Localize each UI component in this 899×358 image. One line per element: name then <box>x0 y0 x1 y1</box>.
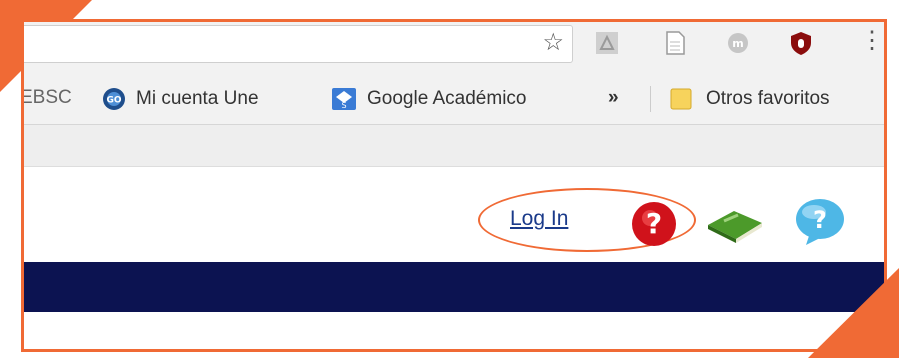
mega-extension-icon[interactable]: m <box>725 30 751 61</box>
svg-text:GO: GO <box>106 96 121 106</box>
bookmarks-overflow-button[interactable]: » <box>608 87 619 109</box>
svg-text:?: ? <box>813 206 827 234</box>
pdf-extension-icon[interactable] <box>594 30 620 61</box>
help-question-icon[interactable]: ? <box>629 199 679 254</box>
book-icon[interactable] <box>704 205 766 250</box>
bookmark-mi-cuenta-une-label: Mi cuenta Une <box>136 88 259 109</box>
svg-text:m: m <box>732 37 743 50</box>
navigation-bar <box>24 262 884 312</box>
orange-corner-bottom-right <box>808 268 899 358</box>
bookmarks-bar: EBSC GO Mi cuenta Une S Google Académico… <box>24 74 884 125</box>
help-bubble-icon[interactable]: ? <box>792 195 848 254</box>
go-badge-icon: GO <box>102 87 126 111</box>
shield-extension-icon[interactable] <box>788 30 814 61</box>
bookmark-ebsco-label: EBSC <box>21 87 72 108</box>
chrome-menu-icon[interactable]: ⋮ <box>860 28 884 54</box>
bookmark-ebsco[interactable]: EBSC <box>21 87 72 109</box>
document-extension-icon[interactable] <box>662 30 688 61</box>
bookmarks-divider <box>650 86 651 112</box>
bookmark-star-icon[interactable]: ☆ <box>542 30 564 56</box>
svg-text:S: S <box>341 101 346 110</box>
bookmark-google-academico[interactable]: S Google Académico <box>331 87 527 111</box>
bookmark-otros-favoritos[interactable]: Otros favoritos <box>670 87 830 111</box>
chevron-double-right-icon: » <box>608 87 619 108</box>
screenshot-root: { "bookmarks": { "ebsco_label": "EBSC", … <box>0 0 899 358</box>
bookmark-google-academico-label: Google Académico <box>367 88 527 109</box>
browser-toolbar: ☆ m ⋮ <box>24 22 884 74</box>
svg-text:?: ? <box>646 207 662 240</box>
folder-icon <box>670 87 692 111</box>
page-content: Log In ? ? <box>24 167 884 349</box>
address-bar[interactable]: ☆ <box>24 25 573 63</box>
google-scholar-icon: S <box>331 87 357 111</box>
page-tab-strip <box>24 125 884 167</box>
bookmark-mi-cuenta-une[interactable]: GO Mi cuenta Une <box>102 87 259 111</box>
bookmark-otros-favoritos-label: Otros favoritos <box>706 88 830 109</box>
screenshot-frame: ☆ m ⋮ EBSC GO Mi cuenta Une S Google Aca… <box>21 19 887 352</box>
